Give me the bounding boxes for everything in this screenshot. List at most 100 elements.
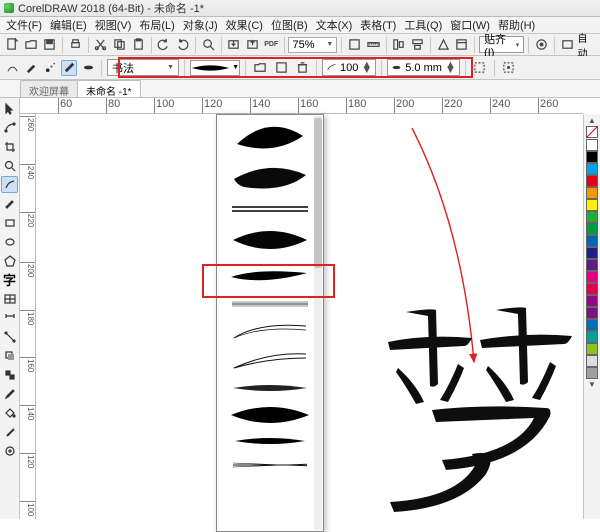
menu-file[interactable]: 文件(F) <box>2 17 46 33</box>
align2-button[interactable] <box>409 36 426 54</box>
launch-button[interactable] <box>435 36 452 54</box>
color-swatch[interactable] <box>586 223 598 235</box>
brush-item[interactable] <box>220 430 320 452</box>
color-swatch[interactable] <box>586 163 598 175</box>
swatch-none[interactable] <box>586 126 598 138</box>
search-button[interactable] <box>200 36 217 54</box>
brush-panel-scrollbar[interactable] <box>314 116 322 530</box>
brush-item[interactable] <box>220 260 320 292</box>
open-button[interactable] <box>23 36 40 54</box>
menu-table[interactable]: 表格(T) <box>356 17 400 33</box>
menu-tools[interactable]: 工具(Q) <box>400 17 446 33</box>
brush-mode-icon[interactable] <box>23 60 39 76</box>
color-swatch[interactable] <box>586 151 598 163</box>
polygon-tool[interactable] <box>1 252 18 269</box>
color-swatch[interactable] <box>586 343 598 355</box>
brush-item[interactable] <box>220 452 320 478</box>
pressure-mode-icon[interactable] <box>80 60 96 76</box>
color-swatch[interactable] <box>586 283 598 295</box>
menu-object[interactable]: 对象(J) <box>179 17 222 33</box>
color-swatch[interactable] <box>586 319 598 331</box>
color-swatch[interactable] <box>586 259 598 271</box>
smoothing-spinner[interactable]: 100 ▲▼ <box>322 59 376 76</box>
brush-item[interactable] <box>220 346 320 376</box>
stroke-preview-dropdown[interactable]: ▼ <box>190 60 240 76</box>
align-button[interactable] <box>390 36 407 54</box>
rectangle-tool[interactable] <box>1 214 18 231</box>
brush-item[interactable] <box>220 158 320 198</box>
brush-item[interactable] <box>220 220 320 260</box>
pdf-button[interactable]: PDF <box>263 36 280 54</box>
stroke-width-spinner[interactable]: 5.0 mm ▲▼ <box>387 59 460 76</box>
artistic-media-tool[interactable] <box>1 195 18 212</box>
tab-document[interactable]: 未命名 -1* <box>77 80 141 97</box>
eyedropper-tool[interactable] <box>1 385 18 402</box>
save-stroke-button[interactable] <box>272 59 290 77</box>
import-button[interactable] <box>225 36 242 54</box>
redo-button[interactable] <box>174 36 191 54</box>
snap-dropdown[interactable]: 贴齐(I)▾ <box>479 36 524 53</box>
brush-item[interactable] <box>220 316 320 346</box>
zoom-combo[interactable]: 75%▼ <box>288 37 337 53</box>
ruler-button[interactable] <box>365 36 382 54</box>
color-swatch[interactable] <box>586 271 598 283</box>
color-swatch[interactable] <box>586 307 598 319</box>
brush-item[interactable] <box>220 400 320 430</box>
color-swatch[interactable] <box>586 355 598 367</box>
menu-effect[interactable]: 效果(C) <box>222 17 267 33</box>
auto-icon[interactable] <box>559 36 576 54</box>
options-button[interactable] <box>533 36 550 54</box>
color-swatch[interactable] <box>586 187 598 199</box>
color-swatch[interactable] <box>586 295 598 307</box>
color-swatch[interactable] <box>586 211 598 223</box>
ellipse-tool[interactable] <box>1 233 18 250</box>
menu-text[interactable]: 文本(X) <box>312 17 357 33</box>
export-button[interactable] <box>244 36 261 54</box>
delete-stroke-button[interactable] <box>293 59 311 77</box>
color-swatch[interactable] <box>586 139 598 151</box>
outline-tool[interactable] <box>1 423 18 440</box>
brush-stroke-panel[interactable] <box>216 114 324 532</box>
welcome-button[interactable] <box>453 36 470 54</box>
table-tool[interactable] <box>1 290 18 307</box>
fullscreen-button[interactable] <box>346 36 363 54</box>
color-swatch[interactable] <box>586 247 598 259</box>
menu-bitmap[interactable]: 位图(B) <box>267 17 312 33</box>
canvas[interactable] <box>36 114 583 519</box>
tab-welcome[interactable]: 欢迎屏幕 <box>20 80 78 97</box>
zoom-tool[interactable] <box>1 157 18 174</box>
color-swatch[interactable] <box>586 199 598 211</box>
copy-button[interactable] <box>111 36 128 54</box>
brush-category-dropdown[interactable]: 书法▼ <box>107 59 179 76</box>
crop-tool[interactable] <box>1 138 18 155</box>
cut-button[interactable] <box>93 36 110 54</box>
paste-button[interactable] <box>130 36 147 54</box>
browse-button[interactable] <box>251 59 269 77</box>
calligraphy-mode-icon[interactable] <box>61 60 77 76</box>
more-tools[interactable] <box>1 442 18 459</box>
dimension-tool[interactable] <box>1 309 18 326</box>
transparency-tool[interactable] <box>1 366 18 383</box>
connector-tool[interactable] <box>1 328 18 345</box>
color-swatch[interactable] <box>586 175 598 187</box>
brush-item[interactable] <box>220 292 320 316</box>
brush-item[interactable] <box>220 376 320 400</box>
preset-mode-icon[interactable] <box>4 60 20 76</box>
dropshadow-tool[interactable] <box>1 347 18 364</box>
brush-item[interactable] <box>220 198 320 220</box>
undo-button[interactable] <box>156 36 173 54</box>
menu-edit[interactable]: 编辑(E) <box>46 17 91 33</box>
save-button[interactable] <box>41 36 58 54</box>
color-swatch[interactable] <box>586 331 598 343</box>
shape-tool[interactable] <box>1 119 18 136</box>
bbox-button[interactable] <box>471 59 489 77</box>
menu-layout[interactable]: 布局(L) <box>135 17 178 33</box>
print-button[interactable] <box>67 36 84 54</box>
text-tool[interactable]: 字 <box>1 271 18 288</box>
bbox2-button[interactable] <box>500 59 518 77</box>
pick-tool[interactable] <box>1 100 18 117</box>
color-swatch[interactable] <box>586 235 598 247</box>
color-swatch[interactable] <box>586 367 598 379</box>
menu-view[interactable]: 视图(V) <box>91 17 136 33</box>
spray-mode-icon[interactable] <box>42 60 58 76</box>
